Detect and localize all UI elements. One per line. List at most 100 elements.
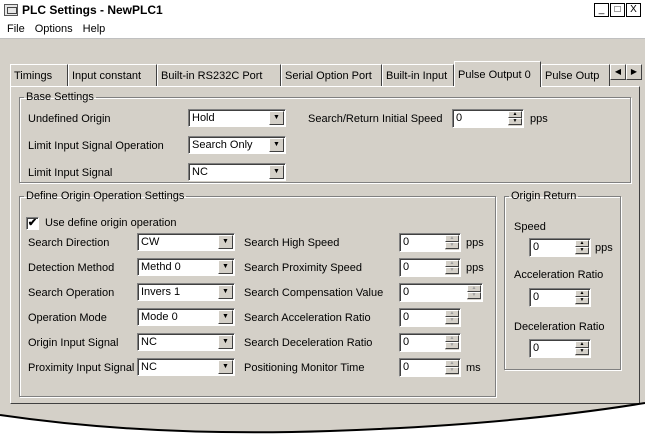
limit-op-select[interactable]: Search Only ▼ xyxy=(188,136,286,154)
origin-right-spinner-1[interactable]: 0 ▲ ▼ xyxy=(399,258,461,277)
use-origin-checkbox[interactable]: ✔ xyxy=(26,217,39,230)
spin-down-icon[interactable]: ▼ xyxy=(575,297,589,304)
spin-up-icon[interactable]: ▲ xyxy=(575,341,589,348)
origin-right-label-2: Search Compensation Value xyxy=(244,287,384,299)
spin-up-icon[interactable]: ▲ xyxy=(575,240,589,247)
origin-left-select-3[interactable]: Mode 0 ▼ xyxy=(137,308,235,326)
origin-right-label-0: Search High Speed xyxy=(244,237,340,249)
return-accel-value: 0 xyxy=(533,291,540,303)
return-speed-unit: pps xyxy=(595,242,613,254)
limit-op-value: Search Only xyxy=(192,139,253,151)
origin-right-unit-5: ms xyxy=(466,362,481,374)
menu-options[interactable]: Options xyxy=(30,23,78,35)
spin-down-icon[interactable]: ▼ xyxy=(575,247,589,254)
tab-input-constant[interactable]: Input constant xyxy=(68,64,157,86)
origin-right-value-5: 0 xyxy=(403,361,410,373)
spin-up-icon[interactable]: ▲ xyxy=(445,310,459,317)
return-decel-value: 0 xyxy=(533,342,540,354)
undefined-origin-value: Hold xyxy=(192,112,215,124)
return-speed-spinner[interactable]: 0 ▲ ▼ xyxy=(529,238,591,257)
origin-right-spinner-4[interactable]: 0 ▲ ▼ xyxy=(399,333,461,352)
menu-file[interactable]: File xyxy=(2,23,30,35)
origin-left-value-4: NC xyxy=(141,336,157,348)
plc-settings-window: PLC Settings - NewPLC1 _ □ X File Option… xyxy=(0,0,645,446)
spin-down-icon[interactable]: ▼ xyxy=(445,267,459,274)
chevron-down-icon[interactable]: ▼ xyxy=(269,138,284,152)
title-bar[interactable]: PLC Settings - NewPLC1 _ □ X xyxy=(0,0,645,20)
initial-speed-label: Search/Return Initial Speed xyxy=(308,113,443,125)
return-decel-spinner[interactable]: 0 ▲ ▼ xyxy=(529,339,591,358)
spin-down-icon[interactable]: ▼ xyxy=(445,367,459,374)
app-icon xyxy=(4,4,18,16)
origin-right-label-1: Search Proximity Speed xyxy=(244,262,362,274)
base-settings-legend: Base Settings xyxy=(26,91,94,103)
spin-up-icon[interactable]: ▲ xyxy=(445,260,459,267)
spin-up-icon[interactable]: ▲ xyxy=(575,290,589,297)
origin-right-spinner-2[interactable]: 0 ▲ ▼ xyxy=(399,283,483,302)
origin-right-unit-0: pps xyxy=(466,237,484,249)
chevron-down-icon[interactable]: ▼ xyxy=(218,260,233,274)
origin-left-select-5[interactable]: NC ▼ xyxy=(137,358,235,376)
origin-right-label-3: Search Acceleration Ratio xyxy=(244,312,371,324)
origin-left-label-3: Operation Mode xyxy=(28,312,107,324)
spin-up-icon[interactable]: ▲ xyxy=(445,360,459,367)
origin-left-select-4[interactable]: NC ▼ xyxy=(137,333,235,351)
chevron-down-icon[interactable]: ▼ xyxy=(218,310,233,324)
spin-down-icon[interactable]: ▼ xyxy=(445,242,459,249)
origin-left-select-1[interactable]: Methd 0 ▼ xyxy=(137,258,235,276)
spin-down-icon[interactable]: ▼ xyxy=(467,292,481,299)
return-decel-label: Deceleration Ratio xyxy=(514,321,605,333)
close-button[interactable]: X xyxy=(626,3,641,17)
tab-left-icon[interactable]: ◀ xyxy=(610,64,626,80)
initial-speed-unit: pps xyxy=(530,113,548,125)
origin-left-select-2[interactable]: Invers 1 ▼ xyxy=(137,283,235,301)
origin-right-spinner-5[interactable]: 0 ▲ ▼ xyxy=(399,358,461,377)
return-accel-spinner[interactable]: 0 ▲ ▼ xyxy=(529,288,591,307)
origin-right-spinner-3[interactable]: 0 ▲ ▼ xyxy=(399,308,461,327)
window-title: PLC Settings - NewPLC1 xyxy=(22,3,163,17)
origin-left-label-0: Search Direction xyxy=(28,237,110,249)
chevron-down-icon[interactable]: ▼ xyxy=(218,235,233,249)
origin-right-value-3: 0 xyxy=(403,311,410,323)
origin-left-label-2: Search Operation xyxy=(28,287,115,299)
origin-left-label-4: Origin Input Signal xyxy=(28,337,119,349)
chevron-down-icon[interactable]: ▼ xyxy=(218,335,233,349)
chevron-down-icon[interactable]: ▼ xyxy=(218,360,233,374)
tab-builtin-input[interactable]: Built-in Input xyxy=(382,64,454,86)
minimize-button[interactable]: _ xyxy=(594,3,609,17)
tab-right-icon[interactable]: ▶ xyxy=(626,64,642,80)
origin-left-select-0[interactable]: CW ▼ xyxy=(137,233,235,251)
tab-timings[interactable]: Timings xyxy=(10,64,68,86)
chevron-down-icon[interactable]: ▼ xyxy=(269,111,284,125)
spin-down-icon[interactable]: ▼ xyxy=(575,348,589,355)
initial-speed-spinner[interactable]: 0 ▲ ▼ xyxy=(452,109,524,128)
tab-pulse-output-1[interactable]: Pulse Outp xyxy=(541,64,610,86)
spin-up-icon[interactable]: ▲ xyxy=(467,285,481,292)
spin-down-icon[interactable]: ▼ xyxy=(445,342,459,349)
torn-edge-decoration xyxy=(0,402,645,446)
chevron-down-icon[interactable]: ▼ xyxy=(269,165,284,179)
spin-up-icon[interactable]: ▲ xyxy=(445,235,459,242)
origin-right-spinner-0[interactable]: 0 ▲ ▼ xyxy=(399,233,461,252)
tab-builtin-rs232c-port[interactable]: Built-in RS232C Port xyxy=(157,64,281,86)
tab-panel: Base Settings Undefined Origin Hold ▼ Li… xyxy=(10,86,640,404)
chevron-down-icon[interactable]: ▼ xyxy=(218,285,233,299)
undefined-origin-label: Undefined Origin xyxy=(28,113,111,125)
origin-right-unit-1: pps xyxy=(466,262,484,274)
use-origin-label: Use define origin operation xyxy=(45,217,177,229)
maximize-button[interactable]: □ xyxy=(610,3,625,17)
tab-pulse-output-0[interactable]: Pulse Output 0 xyxy=(454,61,541,87)
spin-up-icon[interactable]: ▲ xyxy=(508,111,522,118)
limit-signal-select[interactable]: NC ▼ xyxy=(188,163,286,181)
spin-up-icon[interactable]: ▲ xyxy=(445,335,459,342)
spin-down-icon[interactable]: ▼ xyxy=(508,118,522,125)
undefined-origin-select[interactable]: Hold ▼ xyxy=(188,109,286,127)
return-speed-value: 0 xyxy=(533,241,540,253)
menu-help[interactable]: Help xyxy=(78,23,111,35)
define-origin-legend: Define Origin Operation Settings xyxy=(26,190,185,202)
tab-serial-option-port[interactable]: Serial Option Port xyxy=(281,64,382,86)
origin-right-label-5: Positioning Monitor Time xyxy=(244,362,365,374)
menu-bar: File Options Help xyxy=(0,20,645,39)
origin-left-value-2: Invers 1 xyxy=(141,286,181,298)
spin-down-icon[interactable]: ▼ xyxy=(445,317,459,324)
